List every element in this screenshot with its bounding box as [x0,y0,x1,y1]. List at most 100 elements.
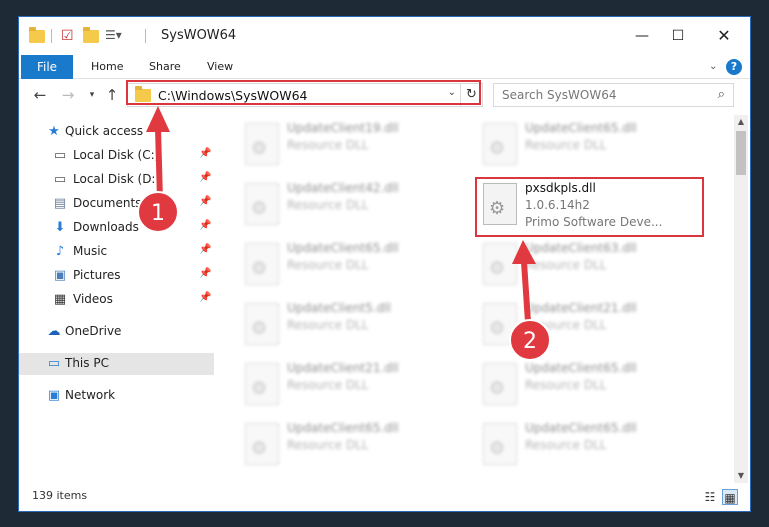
list-item[interactable]: UpdateClient63.dll Resource DLL [477,237,687,293]
vertical-scrollbar[interactable]: ▲ ▼ [734,115,748,483]
navigation-pane: ★ Quick access ▭ Local Disk (C:) 📌 ▭ Local D… [19,117,214,483]
scroll-up-icon[interactable]: ▲ [734,115,748,129]
folder-icon [29,27,45,44]
pin-icon[interactable]: 📌 [199,220,211,231]
maximize-button[interactable]: ☐ [667,25,689,47]
dll-file-icon [483,123,517,165]
customize-toolbar-icon[interactable]: ☰▾ [105,28,122,44]
sidebar-item-local-disk-c[interactable]: ▭ Local Disk (C:) 📌 [19,145,214,167]
forward-arrow-icon[interactable]: → [59,86,77,104]
scroll-thumb[interactable] [736,131,746,175]
tab-share[interactable]: Share [149,55,181,79]
sidebar-item-music[interactable]: ♪ Music 📌 [19,241,214,263]
file-description: Resource DLL [525,138,607,152]
list-item[interactable]: UpdateClient65.dll Resource DLL [239,237,449,293]
back-arrow-icon[interactable]: ← [31,86,49,104]
file-name: UpdateClient19.dll [287,121,399,135]
list-item[interactable]: UpdateClient65.dll Resource DLL [477,357,687,413]
file-description: Resource DLL [287,198,369,212]
pictures-icon: ▣ [53,268,67,283]
pin-icon[interactable]: 📌 [199,244,211,255]
documents-icon: ▤ [53,196,67,211]
list-item[interactable]: UpdateClient42.dll Resource DLL [239,177,449,233]
videos-icon: ▦ [53,292,67,307]
ribbon-tabs: File Home Share View ⌄ ? [19,55,750,79]
sidebar-item-videos[interactable]: ▦ Videos 📌 [19,289,214,311]
up-arrow-icon[interactable]: ↑ [103,86,121,104]
file-name: UpdateClient65.dll [525,361,637,375]
list-item[interactable]: UpdateClient21.dll Resource DLL [239,357,449,413]
dll-file-icon [483,303,517,345]
tab-home[interactable]: Home [91,55,123,79]
sidebar-item-label: Quick access [65,124,144,138]
file-name: UpdateClient21.dll [287,361,399,375]
new-folder-icon[interactable] [83,27,99,44]
music-icon: ♪ [55,244,65,259]
divider [145,29,146,43]
minimize-button[interactable]: — [631,25,653,47]
dll-file-icon [483,423,517,465]
expand-ribbon-icon[interactable]: ⌄ [709,55,717,79]
sidebar-item-pictures[interactable]: ▣ Pictures 📌 [19,265,214,287]
sidebar-item-downloads[interactable]: ⬇ Downloads 📌 [19,217,214,239]
file-description: Resource DLL [525,438,607,452]
search-placeholder: Search SysWOW64 [502,88,617,102]
details-view-icon[interactable]: ☷ [702,489,718,505]
dll-file-icon [483,243,517,285]
file-description: Resource DLL [525,258,607,272]
sidebar-item-label: Documents [73,196,142,210]
list-item[interactable]: UpdateClient65.dll Resource DLL [239,417,449,473]
file-name: UpdateClient42.dll [287,181,399,195]
pin-icon[interactable]: 📌 [199,292,211,303]
pin-icon[interactable]: 📌 [199,268,211,279]
dll-file-icon [245,363,279,405]
network-icon: ▣ [47,388,61,403]
help-icon[interactable]: ? [726,59,742,75]
tab-view[interactable]: View [207,55,233,79]
scroll-down-icon[interactable]: ▼ [734,469,748,483]
list-item[interactable]: UpdateClient21.dll Resource DLL [477,297,687,353]
search-input[interactable]: Search SysWOW64 ⌕ [493,83,734,107]
sidebar-item-this-pc[interactable]: ▭ This PC [19,353,214,375]
close-button[interactable]: ✕ [713,25,735,47]
file-description: Resource DLL [287,138,369,152]
sidebar-item-quick-access[interactable]: ★ Quick access [19,121,214,143]
sidebar-item-local-disk-d[interactable]: ▭ Local Disk (D:) 📌 [19,169,214,191]
dll-file-icon [245,123,279,165]
file-name: UpdateClient5.dll [287,301,391,315]
sidebar-item-label: Pictures [73,268,121,282]
drive-icon: ▭ [53,148,67,163]
divider [51,29,52,43]
list-item[interactable]: UpdateClient5.dll Resource DLL [239,297,449,353]
computer-icon: ▭ [47,356,61,371]
sidebar-item-label: OneDrive [65,324,122,338]
dll-file-icon [245,183,279,225]
dll-file-icon [483,363,517,405]
sidebar-item-label: Local Disk (C:) [73,148,160,162]
pin-icon[interactable]: 📌 [199,148,211,159]
tab-file[interactable]: File [21,55,73,79]
pin-icon[interactable]: 📌 [199,196,211,207]
recent-locations-icon[interactable]: ▾ [83,86,101,104]
dll-file-icon [245,303,279,345]
file-name: UpdateClient65.dll [287,421,399,435]
window-title: SysWOW64 [161,28,237,43]
list-item[interactable]: UpdateClient19.dll Resource DLL [239,117,449,173]
pin-icon[interactable]: 📌 [199,172,211,183]
large-icons-view-icon[interactable]: ▦ [722,489,738,505]
sidebar-item-label: Network [65,388,116,402]
title-bar: ☑ ☰▾ SysWOW64 — ☐ ✕ [19,17,750,55]
status-bar: 139 items ☷ ▦ [19,485,750,511]
list-item[interactable]: UpdateClient65.dll Resource DLL [477,117,687,173]
sidebar-item-label: This PC [65,356,109,370]
list-item[interactable]: UpdateClient65.dll Resource DLL [477,417,687,473]
sidebar-item-documents[interactable]: ▤ Documents 📌 [19,193,214,215]
file-description: Resource DLL [525,378,607,392]
properties-icon[interactable]: ☑ [61,28,74,44]
dll-file-icon [245,243,279,285]
search-icon[interactable]: ⌕ [718,87,725,102]
sidebar-item-onedrive[interactable]: ☁ OneDrive [19,321,214,343]
file-name: UpdateClient65.dll [525,121,637,135]
sidebar-item-network[interactable]: ▣ Network [19,385,214,407]
sidebar-item-label: Videos [73,292,113,306]
